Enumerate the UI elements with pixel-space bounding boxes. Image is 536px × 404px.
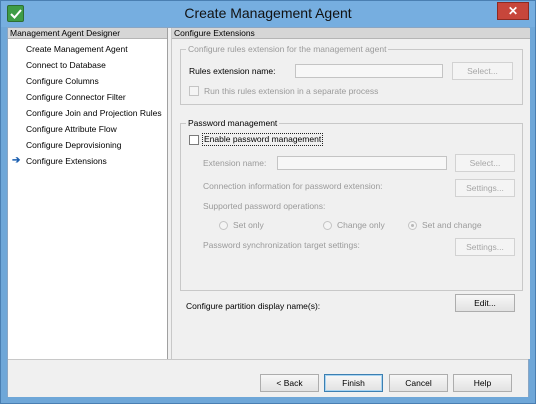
rules-select-button[interactable]: Select...: [452, 62, 513, 80]
nav-item-label: Create Management Agent: [26, 44, 128, 54]
rules-extension-name-field[interactable]: [295, 64, 443, 78]
connection-settings-button[interactable]: Settings...: [455, 179, 515, 197]
extension-name-field[interactable]: [277, 156, 447, 170]
rules-extension-legend: Configure rules extension for the manage…: [186, 44, 389, 55]
close-button[interactable]: ✕: [497, 2, 529, 20]
nav-item-label: Configure Join and Projection Rules: [26, 108, 162, 118]
set-only-radio[interactable]: [219, 221, 228, 230]
nav-item-label: Configure Deprovisioning: [26, 140, 122, 150]
nav-item-configure-extensions[interactable]: ➔ Configure Extensions: [8, 153, 167, 169]
partition-display-name-label: Configure partition display name(s):: [186, 301, 321, 311]
sync-target-label: Password synchronization target settings…: [203, 240, 360, 250]
back-button[interactable]: < Back: [260, 374, 319, 392]
rules-extension-group: Configure rules extension for the manage…: [180, 44, 523, 105]
supported-operations-label: Supported password operations:: [203, 201, 326, 211]
edit-partition-button[interactable]: Edit...: [455, 294, 515, 312]
set-and-change-radio[interactable]: [408, 221, 417, 230]
title-bar[interactable]: Create Management Agent ✕: [1, 1, 535, 27]
nav-item-label: Configure Columns: [26, 76, 99, 86]
set-only-label: Set only: [233, 220, 264, 230]
nav-item-create-management-agent[interactable]: Create Management Agent: [8, 41, 167, 57]
enable-password-management-label: Enable password management: [204, 134, 322, 144]
nav-item-label: Configure Connector Filter: [26, 92, 126, 102]
separate-process-label: Run this rules extension in a separate p…: [204, 86, 379, 96]
nav-list: Create Management Agent Connect to Datab…: [8, 41, 167, 169]
nav-item-configure-columns[interactable]: Configure Columns: [8, 73, 167, 89]
password-management-group: Password management Enable password mana…: [180, 118, 523, 291]
cancel-button[interactable]: Cancel: [389, 374, 448, 392]
dialog-window: Create Management Agent ✕ Management Age…: [0, 0, 536, 404]
content-panel-header: Configure Extensions: [172, 28, 530, 39]
designer-nav-panel: Management Agent Designer Create Managem…: [8, 28, 168, 359]
enable-password-management-checkbox[interactable]: [189, 135, 199, 145]
help-button[interactable]: Help: [453, 374, 512, 392]
sync-target-settings-button[interactable]: Settings...: [455, 238, 515, 256]
nav-item-configure-attribute-flow[interactable]: Configure Attribute Flow: [8, 121, 167, 137]
wizard-button-bar: < Back Finish Cancel Help: [8, 359, 528, 397]
extension-name-label: Extension name:: [203, 158, 267, 168]
nav-item-connect-to-database[interactable]: Connect to Database: [8, 57, 167, 73]
connection-info-label: Connection information for password exte…: [203, 181, 383, 191]
change-only-label: Change only: [337, 220, 385, 230]
nav-item-configure-connector-filter[interactable]: Configure Connector Filter: [8, 89, 167, 105]
dialog-body: Management Agent Designer Create Managem…: [7, 27, 530, 397]
current-step-arrow-icon: ➔: [12, 155, 21, 166]
nav-item-configure-join-projection[interactable]: Configure Join and Projection Rules: [8, 105, 167, 121]
nav-item-configure-deprovisioning[interactable]: Configure Deprovisioning: [8, 137, 167, 153]
window-title: Create Management Agent: [184, 5, 352, 21]
configure-extensions-panel: Configure Extensions Configure rules ext…: [171, 28, 530, 359]
nav-item-label: Connect to Database: [26, 60, 106, 70]
nav-item-label: Configure Attribute Flow: [26, 124, 117, 134]
finish-button[interactable]: Finish: [324, 374, 383, 392]
rules-extension-name-label: Rules extension name:: [189, 66, 276, 76]
password-management-legend: Password management: [186, 118, 280, 129]
extension-select-button[interactable]: Select...: [455, 154, 515, 172]
separate-process-checkbox[interactable]: [189, 86, 199, 96]
nav-panel-header: Management Agent Designer: [8, 28, 167, 39]
nav-item-label: Configure Extensions: [26, 156, 107, 166]
change-only-radio[interactable]: [323, 221, 332, 230]
set-and-change-label: Set and change: [422, 220, 482, 230]
